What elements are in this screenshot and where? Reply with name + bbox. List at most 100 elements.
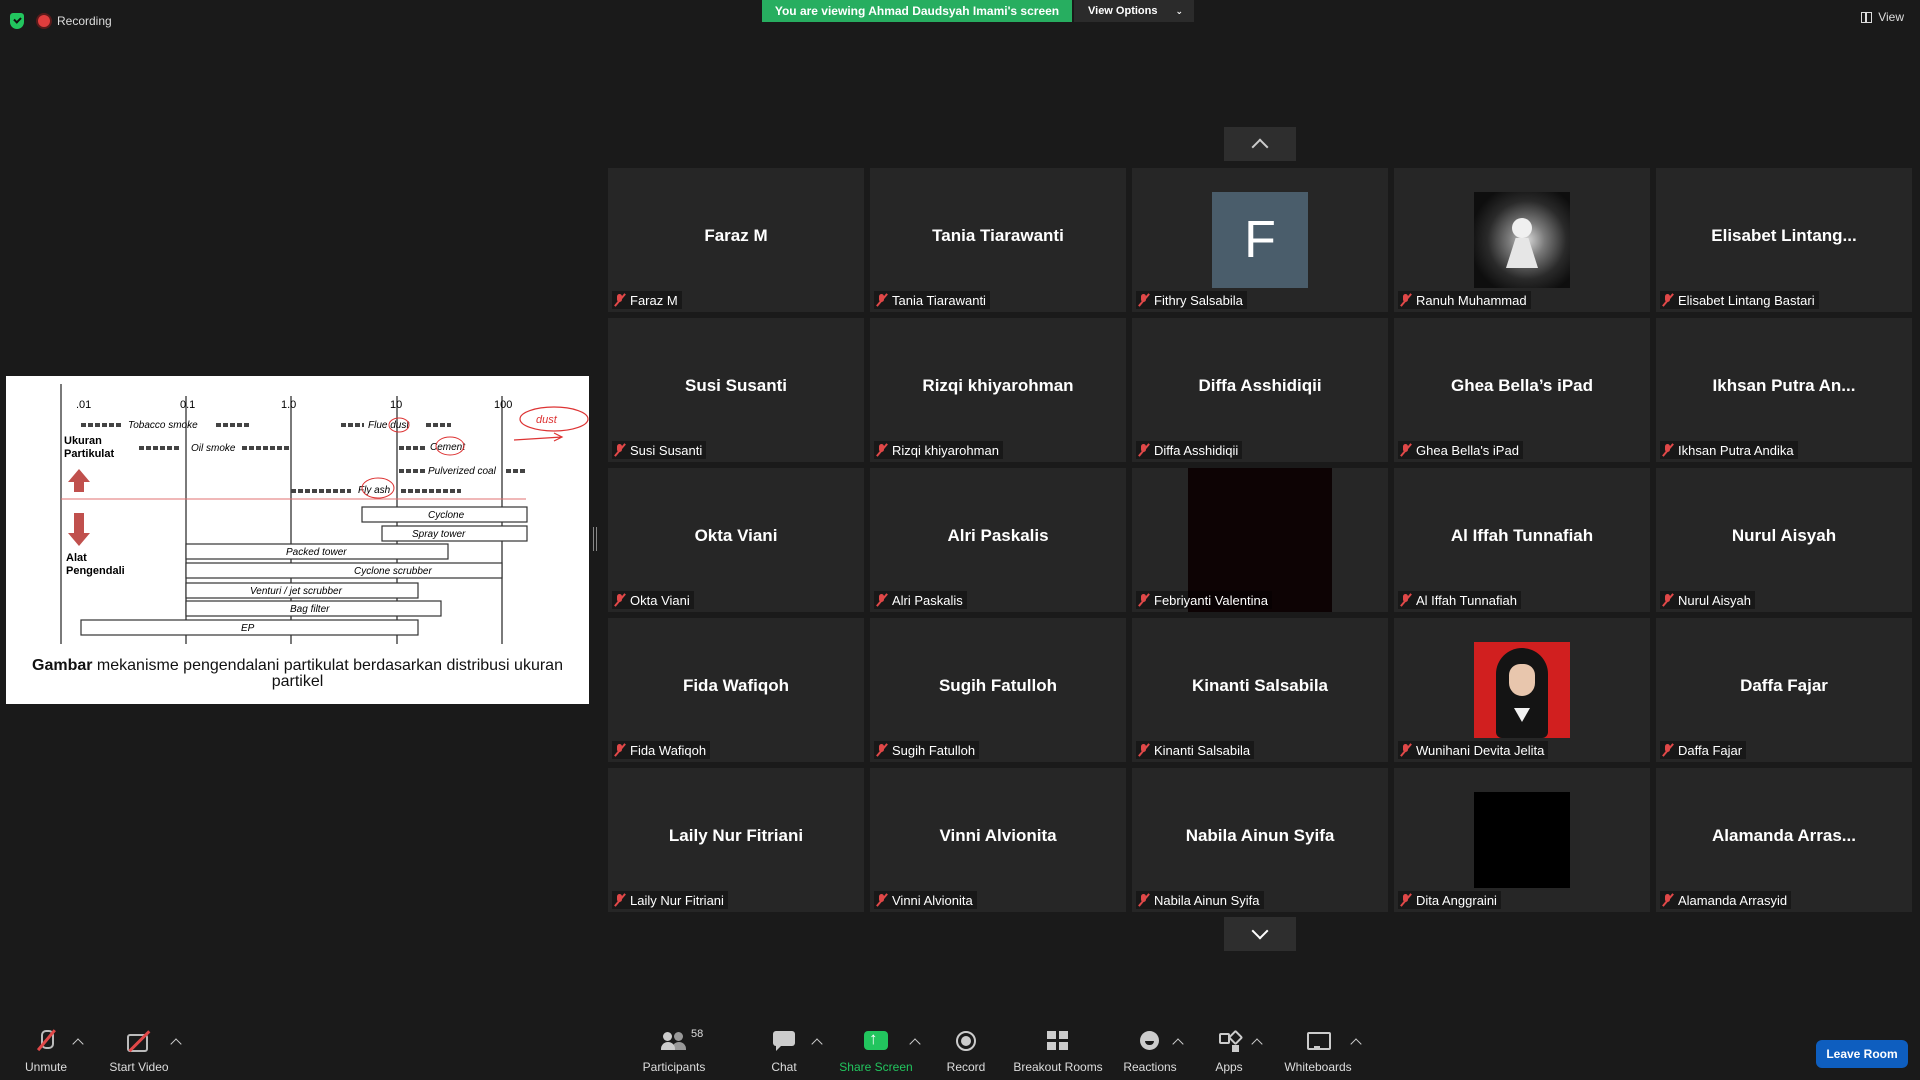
tick-label: 10 xyxy=(390,399,402,411)
view-options-button[interactable]: View Options ⌄ xyxy=(1074,0,1194,22)
view-options-label: View Options xyxy=(1088,5,1158,17)
unmute-button[interactable]: Unmute xyxy=(18,1030,74,1080)
split-resize-handle[interactable] xyxy=(593,527,597,551)
recording-indicator[interactable]: Recording xyxy=(38,14,112,28)
mic-muted-icon xyxy=(876,443,888,457)
chat-options-caret[interactable] xyxy=(811,1038,823,1050)
chevron-up-icon xyxy=(1251,138,1269,156)
participant-display-name: Sugih Fatulloh xyxy=(938,676,1058,695)
participant-tile[interactable]: Ikhsan Putra An... Ikhsan Putra Andika xyxy=(1656,318,1912,462)
participant-tile[interactable]: Ghea Bella’s iPad Ghea Bella's iPad xyxy=(1394,318,1650,462)
share-screen-button[interactable]: Share Screen xyxy=(836,1029,916,1080)
shared-screen[interactable]: .01 0.1 1.0 10 100 Ukuran Partikulat Ala… xyxy=(6,376,589,704)
mic-muted-icon xyxy=(614,743,626,757)
participant-name: Tania Tiarawanti xyxy=(892,292,986,308)
audio-options-caret[interactable] xyxy=(72,1038,84,1050)
share-screen-label: Share Screen xyxy=(839,1060,913,1074)
security-shield-icon[interactable] xyxy=(10,13,24,29)
participant-tile[interactable]: Dita Anggraini xyxy=(1394,768,1650,912)
leave-room-button[interactable]: Leave Room xyxy=(1816,1040,1908,1068)
participant-tile[interactable]: Al Iffah Tunnafiah Al Iffah Tunnafiah xyxy=(1394,468,1650,612)
meeting-status-bar: Recording xyxy=(10,10,112,32)
venturi-scrubber-label: Venturi / jet scrubber xyxy=(250,586,343,597)
participant-tile[interactable]: Tania Tiarawanti Tania Tiarawanti xyxy=(870,168,1126,312)
participant-tile[interactable]: Diffa Asshidiqii Diffa Asshidiqii xyxy=(1132,318,1388,462)
participant-tile[interactable]: Wunihani Devita Jelita xyxy=(1394,618,1650,762)
mic-muted-icon xyxy=(1662,743,1674,757)
participant-name-label: Alri Paskalis xyxy=(874,591,967,609)
chat-icon xyxy=(771,1030,797,1052)
record-icon xyxy=(953,1030,979,1052)
participant-name-label: Alamanda Arrasyid xyxy=(1660,891,1792,909)
participant-name-label: Daffa Fajar xyxy=(1660,741,1747,759)
mic-muted-icon xyxy=(876,893,888,907)
participant-name: Dita Anggraini xyxy=(1416,892,1497,908)
apps-button[interactable]: Apps xyxy=(1209,1030,1249,1080)
avatar-photo xyxy=(1474,642,1570,738)
mic-muted-icon xyxy=(614,593,626,607)
participant-tile[interactable]: Ranuh Muhammad xyxy=(1394,168,1650,312)
participant-tile[interactable]: Nabila Ainun Syifa Nabila Ainun Syifa xyxy=(1132,768,1388,912)
participant-name: Vinni Alvionita xyxy=(892,892,973,908)
mic-muted-icon xyxy=(1662,893,1674,907)
participant-name-label: Febriyanti Valentina xyxy=(1136,591,1272,609)
participant-tile[interactable]: Febriyanti Valentina xyxy=(1132,468,1388,612)
participant-tile[interactable]: F Fithry Salsabila xyxy=(1132,168,1388,312)
caption-text: mekanisme pengendalani partikulat berdas… xyxy=(92,657,563,690)
participant-tile[interactable]: Kinanti Salsabila Kinanti Salsabila xyxy=(1132,618,1388,762)
participant-name-label: Sugih Fatulloh xyxy=(874,741,980,759)
participant-tile[interactable]: Vinni Alvionita Vinni Alvionita xyxy=(870,768,1126,912)
gallery-prev-page-button[interactable] xyxy=(1224,127,1296,161)
mic-muted-icon xyxy=(1400,743,1412,757)
video-off-icon xyxy=(126,1030,152,1052)
participants-label: Participants xyxy=(642,1060,706,1074)
participant-display-name: Tania Tiarawanti xyxy=(932,226,1064,245)
reactions-button[interactable]: Reactions xyxy=(1123,1030,1177,1080)
handwritten-note: dust xyxy=(536,414,558,426)
ukuran-label: Ukuran xyxy=(64,435,102,447)
breakout-rooms-label: Breakout Rooms xyxy=(1013,1060,1103,1074)
gallery-next-page-button[interactable] xyxy=(1224,917,1296,951)
breakout-rooms-button[interactable]: Breakout Rooms xyxy=(1012,1030,1104,1080)
participant-display-name: Ikhsan Putra An... xyxy=(1712,376,1856,395)
apps-label: Apps xyxy=(1215,1060,1243,1074)
apps-options-caret[interactable] xyxy=(1251,1038,1263,1050)
participant-name-label: Fida Wafiqoh xyxy=(612,741,711,759)
start-video-button[interactable]: Start Video xyxy=(104,1030,174,1080)
participant-tile[interactable]: Faraz M Faraz M xyxy=(608,168,864,312)
pengendali-label: Pengendali xyxy=(66,565,125,577)
mic-muted-icon xyxy=(1400,443,1412,457)
mic-muted-icon xyxy=(1138,743,1150,757)
whiteboards-button[interactable]: Whiteboards xyxy=(1280,1030,1356,1080)
participant-count: 58 xyxy=(691,1028,704,1040)
participant-name-label: Laily Nur Fitriani xyxy=(612,891,728,909)
chat-button[interactable]: Chat xyxy=(760,1030,808,1080)
ep-label: EP xyxy=(241,623,255,634)
partikulat-label: Partikulat xyxy=(64,448,114,460)
participant-tile[interactable]: Laily Nur Fitriani Laily Nur Fitriani xyxy=(608,768,864,912)
participant-tile[interactable]: Okta Viani Okta Viani xyxy=(608,468,864,612)
participant-display-name: Ghea Bella’s iPad xyxy=(1450,376,1594,395)
participant-display-name: Alamanda Arras... xyxy=(1712,826,1856,845)
participant-tile[interactable]: Alri Paskalis Alri Paskalis xyxy=(870,468,1126,612)
participant-tile[interactable]: Fida Wafiqoh Fida Wafiqoh xyxy=(608,618,864,762)
participant-tile[interactable]: Sugih Fatulloh Sugih Fatulloh xyxy=(870,618,1126,762)
view-button[interactable]: View xyxy=(1861,10,1904,24)
participant-tile[interactable]: Nurul Aisyah Nurul Aisyah xyxy=(1656,468,1912,612)
participant-tile[interactable]: Susi Susanti Susi Susanti xyxy=(608,318,864,462)
unmute-label: Unmute xyxy=(24,1060,68,1074)
participant-tile[interactable]: Alamanda Arras... Alamanda Arrasyid xyxy=(1656,768,1912,912)
participant-name-label: Elisabet Lintang Bastari xyxy=(1660,291,1819,309)
participant-tile[interactable]: Daffa Fajar Daffa Fajar xyxy=(1656,618,1912,762)
mic-muted-icon xyxy=(614,443,626,457)
alat-label: Alat xyxy=(66,552,87,564)
participant-name: Diffa Asshidiqii xyxy=(1154,442,1239,458)
chevron-down-icon: ⌄ xyxy=(1175,5,1184,16)
participant-tile[interactable]: Rizqi khiyarohman Rizqi khiyarohman xyxy=(870,318,1126,462)
packed-tower-label: Packed tower xyxy=(286,547,347,558)
participants-button[interactable]: 58 Participants xyxy=(634,1028,714,1080)
participant-display-name: Nurul Aisyah xyxy=(1731,526,1837,545)
record-button[interactable]: Record xyxy=(940,1030,992,1080)
participant-tile[interactable]: Elisabet Lintang... Elisabet Lintang Bast… xyxy=(1656,168,1912,312)
chat-label: Chat xyxy=(771,1060,797,1074)
